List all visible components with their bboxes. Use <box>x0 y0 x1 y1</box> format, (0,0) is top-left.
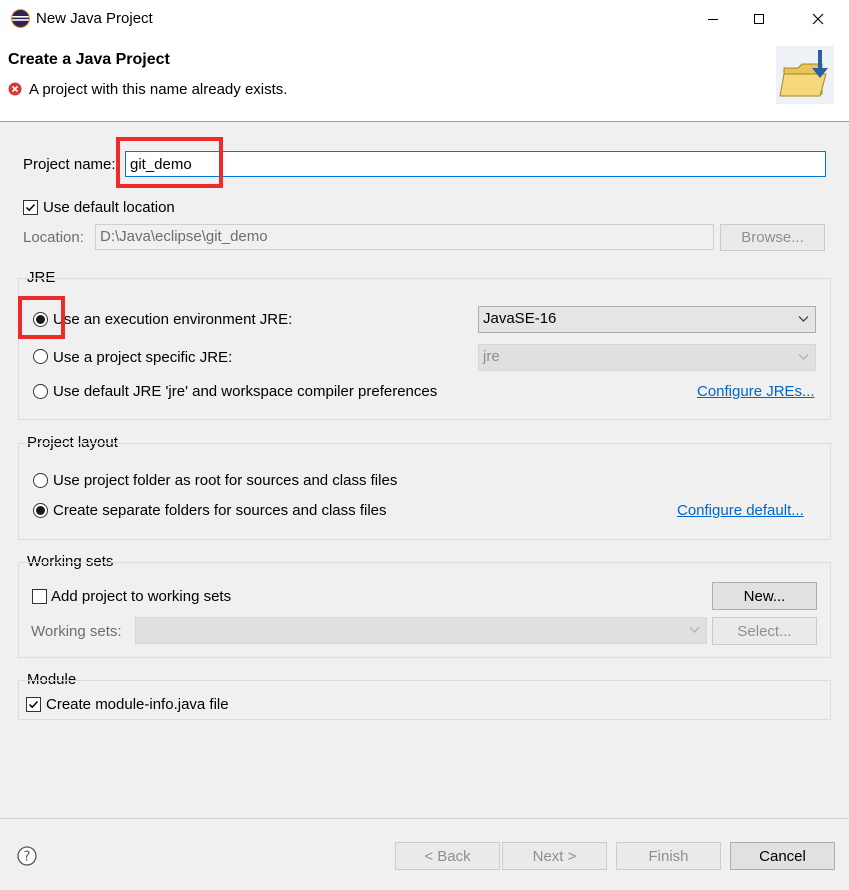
create-module-info-label: Create module-info.java file <box>46 696 229 713</box>
checkmark-icon <box>28 700 39 709</box>
close-button[interactable] <box>795 0 841 38</box>
project-name-label: Project name: <box>23 156 116 173</box>
back-button[interactable]: < Back <box>395 842 500 870</box>
next-button[interactable]: Next > <box>502 842 607 870</box>
maximize-icon <box>754 14 764 24</box>
layout-separate-radio[interactable] <box>33 503 48 518</box>
radio-selected-dot <box>36 506 45 515</box>
layout-separate-label: Create separate folders for sources and … <box>53 502 387 519</box>
jre-execution-env-label: Use an execution environment JRE: <box>53 311 293 328</box>
page-title: Create a Java Project <box>8 51 170 68</box>
minimize-button[interactable] <box>690 0 736 38</box>
maximize-button[interactable] <box>736 0 782 38</box>
execution-env-select[interactable]: JavaSE-16 <box>478 306 816 333</box>
eclipse-icon <box>11 9 30 28</box>
location-input[interactable]: D:\Java\eclipse\git_demo <box>95 224 714 250</box>
cancel-button[interactable]: Cancel <box>730 842 835 870</box>
layout-root-radio[interactable] <box>33 473 48 488</box>
layout-root-label: Use project folder as root for sources a… <box>53 472 398 489</box>
create-module-info-checkbox[interactable] <box>26 697 41 712</box>
new-working-set-button[interactable]: New... <box>712 582 817 610</box>
chevron-down-icon <box>798 354 809 360</box>
footer-separator <box>0 818 849 819</box>
radio-selected-dot <box>36 315 45 324</box>
error-icon <box>8 82 22 96</box>
jre-project-specific-radio[interactable] <box>33 349 48 364</box>
help-icon[interactable]: ? <box>17 846 37 866</box>
project-layout-group <box>18 443 831 540</box>
project-specific-jre-select[interactable]: jre <box>478 344 816 371</box>
close-icon <box>812 13 824 25</box>
add-to-working-sets-checkbox[interactable] <box>32 589 47 604</box>
configure-jres-link[interactable]: Configure JREs... <box>697 383 815 400</box>
execution-env-value: JavaSE-16 <box>483 310 557 327</box>
chevron-down-icon <box>798 316 809 322</box>
use-default-location-label: Use default location <box>43 199 175 216</box>
browse-button[interactable]: Browse... <box>720 224 825 251</box>
working-sets-label: Working sets: <box>31 623 122 640</box>
project-name-input[interactable] <box>125 151 826 177</box>
svg-text:?: ? <box>24 850 31 865</box>
wizard-banner: Create a Java Project A project with thi… <box>0 38 849 122</box>
select-working-sets-button[interactable]: Select... <box>712 617 817 645</box>
error-message: A project with this name already exists. <box>29 81 288 98</box>
window-title: New Java Project <box>36 10 153 27</box>
chevron-down-icon <box>689 627 700 633</box>
add-to-working-sets-label: Add project to working sets <box>51 588 232 605</box>
folder-wizard-icon <box>776 46 834 104</box>
title-bar: New Java Project <box>0 0 849 38</box>
project-specific-jre-value: jre <box>483 348 500 365</box>
jre-project-specific-label: Use a project specific JRE: <box>53 349 233 366</box>
use-default-location-checkbox[interactable] <box>23 200 38 215</box>
jre-execution-env-radio[interactable] <box>33 312 48 327</box>
working-sets-select[interactable] <box>135 617 707 644</box>
minimize-icon <box>708 19 718 20</box>
finish-button[interactable]: Finish <box>616 842 721 870</box>
checkmark-icon <box>25 203 36 212</box>
jre-default-label: Use default JRE 'jre' and workspace comp… <box>53 383 438 400</box>
configure-default-link[interactable]: Configure default... <box>677 502 804 519</box>
location-label: Location: <box>23 229 84 246</box>
jre-default-radio[interactable] <box>33 384 48 399</box>
